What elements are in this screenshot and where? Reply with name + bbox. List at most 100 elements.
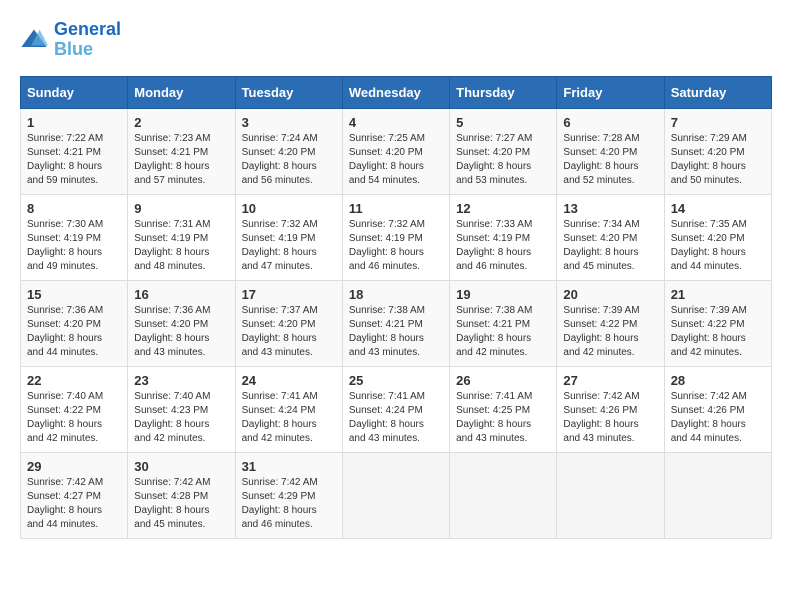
column-header-monday: Monday: [128, 76, 235, 108]
cell-info: Sunrise: 7:42 AM Sunset: 4:26 PM Dayligh…: [563, 390, 657, 446]
column-header-wednesday: Wednesday: [342, 76, 449, 108]
day-number: 29: [27, 459, 121, 474]
cell-info: Sunrise: 7:36 AM Sunset: 4:20 PM Dayligh…: [134, 304, 228, 360]
calendar-cell: [557, 452, 664, 538]
week-row-2: 8 Sunrise: 7:30 AM Sunset: 4:19 PM Dayli…: [21, 194, 772, 280]
day-number: 27: [563, 373, 657, 388]
day-number: 12: [456, 201, 550, 216]
cell-info: Sunrise: 7:42 AM Sunset: 4:26 PM Dayligh…: [671, 390, 765, 446]
column-header-thursday: Thursday: [450, 76, 557, 108]
day-number: 23: [134, 373, 228, 388]
day-number: 19: [456, 287, 550, 302]
calendar-cell: 28 Sunrise: 7:42 AM Sunset: 4:26 PM Dayl…: [664, 366, 771, 452]
cell-info: Sunrise: 7:32 AM Sunset: 4:19 PM Dayligh…: [349, 218, 443, 274]
calendar-cell: [342, 452, 449, 538]
calendar-cell: 4 Sunrise: 7:25 AM Sunset: 4:20 PM Dayli…: [342, 108, 449, 194]
calendar-table: SundayMondayTuesdayWednesdayThursdayFrid…: [20, 76, 772, 539]
calendar-cell: 31 Sunrise: 7:42 AM Sunset: 4:29 PM Dayl…: [235, 452, 342, 538]
day-number: 4: [349, 115, 443, 130]
day-number: 8: [27, 201, 121, 216]
cell-info: Sunrise: 7:29 AM Sunset: 4:20 PM Dayligh…: [671, 132, 765, 188]
calendar-cell: 17 Sunrise: 7:37 AM Sunset: 4:20 PM Dayl…: [235, 280, 342, 366]
calendar-cell: 7 Sunrise: 7:29 AM Sunset: 4:20 PM Dayli…: [664, 108, 771, 194]
cell-info: Sunrise: 7:41 AM Sunset: 4:24 PM Dayligh…: [349, 390, 443, 446]
day-number: 9: [134, 201, 228, 216]
calendar-cell: 11 Sunrise: 7:32 AM Sunset: 4:19 PM Dayl…: [342, 194, 449, 280]
cell-info: Sunrise: 7:38 AM Sunset: 4:21 PM Dayligh…: [349, 304, 443, 360]
day-number: 18: [349, 287, 443, 302]
cell-info: Sunrise: 7:28 AM Sunset: 4:20 PM Dayligh…: [563, 132, 657, 188]
day-number: 31: [242, 459, 336, 474]
calendar-cell: 26 Sunrise: 7:41 AM Sunset: 4:25 PM Dayl…: [450, 366, 557, 452]
cell-info: Sunrise: 7:35 AM Sunset: 4:20 PM Dayligh…: [671, 218, 765, 274]
day-number: 20: [563, 287, 657, 302]
page-header: GeneralBlue: [20, 20, 772, 60]
calendar-cell: 2 Sunrise: 7:23 AM Sunset: 4:21 PM Dayli…: [128, 108, 235, 194]
logo: GeneralBlue: [20, 20, 121, 60]
week-row-3: 15 Sunrise: 7:36 AM Sunset: 4:20 PM Dayl…: [21, 280, 772, 366]
cell-info: Sunrise: 7:40 AM Sunset: 4:22 PM Dayligh…: [27, 390, 121, 446]
cell-info: Sunrise: 7:36 AM Sunset: 4:20 PM Dayligh…: [27, 304, 121, 360]
cell-info: Sunrise: 7:41 AM Sunset: 4:25 PM Dayligh…: [456, 390, 550, 446]
cell-info: Sunrise: 7:40 AM Sunset: 4:23 PM Dayligh…: [134, 390, 228, 446]
calendar-cell: 25 Sunrise: 7:41 AM Sunset: 4:24 PM Dayl…: [342, 366, 449, 452]
cell-info: Sunrise: 7:34 AM Sunset: 4:20 PM Dayligh…: [563, 218, 657, 274]
calendar-cell: 24 Sunrise: 7:41 AM Sunset: 4:24 PM Dayl…: [235, 366, 342, 452]
calendar-cell: 13 Sunrise: 7:34 AM Sunset: 4:20 PM Dayl…: [557, 194, 664, 280]
calendar-cell: 21 Sunrise: 7:39 AM Sunset: 4:22 PM Dayl…: [664, 280, 771, 366]
calendar-cell: 16 Sunrise: 7:36 AM Sunset: 4:20 PM Dayl…: [128, 280, 235, 366]
cell-info: Sunrise: 7:42 AM Sunset: 4:28 PM Dayligh…: [134, 476, 228, 532]
calendar-cell: 22 Sunrise: 7:40 AM Sunset: 4:22 PM Dayl…: [21, 366, 128, 452]
day-number: 16: [134, 287, 228, 302]
cell-info: Sunrise: 7:27 AM Sunset: 4:20 PM Dayligh…: [456, 132, 550, 188]
calendar-cell: 12 Sunrise: 7:33 AM Sunset: 4:19 PM Dayl…: [450, 194, 557, 280]
column-header-saturday: Saturday: [664, 76, 771, 108]
calendar-cell: 8 Sunrise: 7:30 AM Sunset: 4:19 PM Dayli…: [21, 194, 128, 280]
calendar-cell: 30 Sunrise: 7:42 AM Sunset: 4:28 PM Dayl…: [128, 452, 235, 538]
logo-icon: [20, 26, 48, 54]
day-number: 5: [456, 115, 550, 130]
day-number: 24: [242, 373, 336, 388]
week-row-4: 22 Sunrise: 7:40 AM Sunset: 4:22 PM Dayl…: [21, 366, 772, 452]
calendar-cell: 1 Sunrise: 7:22 AM Sunset: 4:21 PM Dayli…: [21, 108, 128, 194]
day-number: 6: [563, 115, 657, 130]
calendar-cell: 18 Sunrise: 7:38 AM Sunset: 4:21 PM Dayl…: [342, 280, 449, 366]
calendar-cell: 23 Sunrise: 7:40 AM Sunset: 4:23 PM Dayl…: [128, 366, 235, 452]
cell-info: Sunrise: 7:25 AM Sunset: 4:20 PM Dayligh…: [349, 132, 443, 188]
day-number: 21: [671, 287, 765, 302]
cell-info: Sunrise: 7:22 AM Sunset: 4:21 PM Dayligh…: [27, 132, 121, 188]
cell-info: Sunrise: 7:42 AM Sunset: 4:27 PM Dayligh…: [27, 476, 121, 532]
day-number: 30: [134, 459, 228, 474]
cell-info: Sunrise: 7:33 AM Sunset: 4:19 PM Dayligh…: [456, 218, 550, 274]
day-number: 14: [671, 201, 765, 216]
cell-info: Sunrise: 7:39 AM Sunset: 4:22 PM Dayligh…: [671, 304, 765, 360]
week-row-5: 29 Sunrise: 7:42 AM Sunset: 4:27 PM Dayl…: [21, 452, 772, 538]
cell-info: Sunrise: 7:32 AM Sunset: 4:19 PM Dayligh…: [242, 218, 336, 274]
day-number: 10: [242, 201, 336, 216]
calendar-cell: 14 Sunrise: 7:35 AM Sunset: 4:20 PM Dayl…: [664, 194, 771, 280]
day-number: 22: [27, 373, 121, 388]
column-header-friday: Friday: [557, 76, 664, 108]
day-number: 17: [242, 287, 336, 302]
day-number: 15: [27, 287, 121, 302]
calendar-cell: [664, 452, 771, 538]
calendar-cell: [450, 452, 557, 538]
column-header-tuesday: Tuesday: [235, 76, 342, 108]
day-number: 3: [242, 115, 336, 130]
logo-text: GeneralBlue: [54, 20, 121, 60]
day-number: 2: [134, 115, 228, 130]
calendar-cell: 9 Sunrise: 7:31 AM Sunset: 4:19 PM Dayli…: [128, 194, 235, 280]
cell-info: Sunrise: 7:41 AM Sunset: 4:24 PM Dayligh…: [242, 390, 336, 446]
cell-info: Sunrise: 7:24 AM Sunset: 4:20 PM Dayligh…: [242, 132, 336, 188]
calendar-cell: 10 Sunrise: 7:32 AM Sunset: 4:19 PM Dayl…: [235, 194, 342, 280]
calendar-cell: 15 Sunrise: 7:36 AM Sunset: 4:20 PM Dayl…: [21, 280, 128, 366]
cell-info: Sunrise: 7:38 AM Sunset: 4:21 PM Dayligh…: [456, 304, 550, 360]
calendar-cell: 3 Sunrise: 7:24 AM Sunset: 4:20 PM Dayli…: [235, 108, 342, 194]
day-number: 25: [349, 373, 443, 388]
calendar-cell: 29 Sunrise: 7:42 AM Sunset: 4:27 PM Dayl…: [21, 452, 128, 538]
day-number: 11: [349, 201, 443, 216]
calendar-cell: 27 Sunrise: 7:42 AM Sunset: 4:26 PM Dayl…: [557, 366, 664, 452]
cell-info: Sunrise: 7:37 AM Sunset: 4:20 PM Dayligh…: [242, 304, 336, 360]
day-number: 13: [563, 201, 657, 216]
calendar-cell: 19 Sunrise: 7:38 AM Sunset: 4:21 PM Dayl…: [450, 280, 557, 366]
